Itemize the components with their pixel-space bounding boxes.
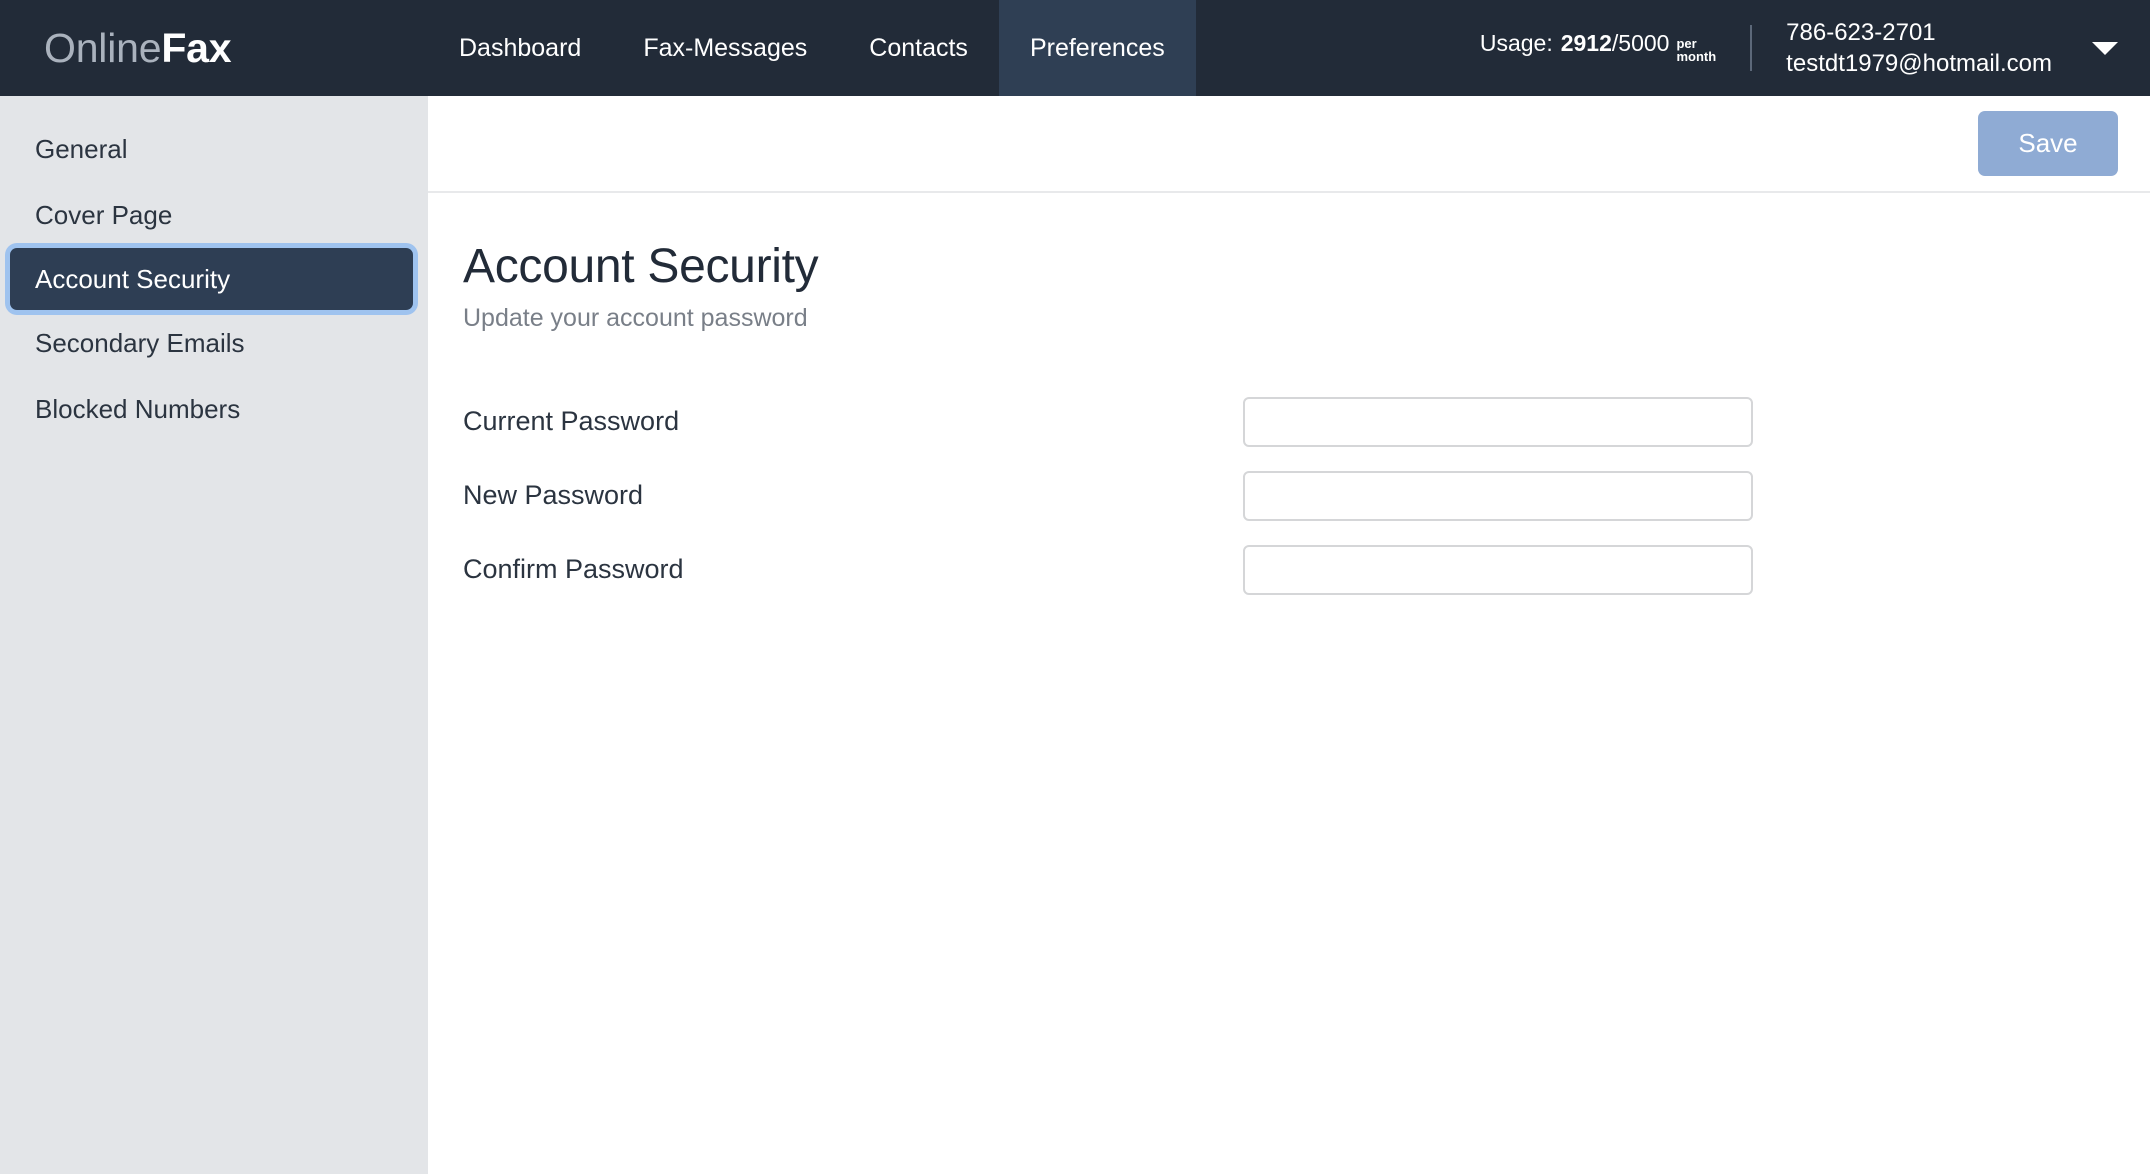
form-row-new-password: New Password — [463, 459, 2150, 533]
brand-logo-text: OnlineFax — [44, 28, 231, 69]
brand-logo-light: Online — [44, 25, 161, 71]
usage-used-value: 2912 — [1561, 30, 1612, 57]
nav-tab-fax-messages[interactable]: Fax-Messages — [612, 0, 838, 96]
header-divider — [1750, 25, 1752, 71]
confirm-password-label: Confirm Password — [463, 554, 1243, 585]
usage-total-value: 5000 — [1618, 30, 1669, 57]
brand-logo-bold: Fax — [161, 25, 231, 71]
usage-counter: Usage: 2912 / 5000 per month — [1480, 30, 1716, 66]
current-password-label: Current Password — [463, 406, 1243, 437]
account-phone-number: 786-623-2701 — [1786, 17, 2052, 48]
sidebar-item-cover-page[interactable]: Cover Page — [0, 182, 428, 248]
nav-tab-preferences[interactable]: Preferences — [999, 0, 1196, 96]
action-bar: Save — [428, 96, 2150, 193]
password-form: Current Password New Password Confirm Pa… — [463, 385, 2150, 607]
preferences-sidebar: General Cover Page Account Security Seco… — [0, 96, 428, 1174]
usage-period: per month — [1676, 37, 1716, 63]
account-email-address: testdt1979@hotmail.com — [1786, 48, 2052, 79]
nav-tab-list: Dashboard Fax-Messages Contacts Preferen… — [428, 0, 1196, 96]
page-body: General Cover Page Account Security Seco… — [0, 96, 2150, 1174]
page-title: Account Security — [463, 241, 2150, 294]
current-password-input[interactable] — [1243, 397, 1753, 447]
chevron-down-icon — [2092, 42, 2118, 55]
application-window: OnlineFax Dashboard Fax-Messages Contact… — [0, 0, 2150, 1174]
confirm-password-input[interactable] — [1243, 545, 1753, 595]
new-password-label: New Password — [463, 480, 1243, 511]
save-button[interactable]: Save — [1978, 111, 2118, 176]
content-area: Save Account Security Update your accoun… — [428, 96, 2150, 1174]
nav-tab-dashboard[interactable]: Dashboard — [428, 0, 612, 96]
form-row-confirm-password: Confirm Password — [463, 533, 2150, 607]
new-password-input[interactable] — [1243, 471, 1753, 521]
sidebar-item-secondary-emails[interactable]: Secondary Emails — [0, 310, 428, 376]
account-menu-button[interactable] — [2092, 42, 2118, 55]
usage-period-line2: month — [1676, 50, 1716, 63]
header-right-section: Usage: 2912 / 5000 per month 786-623-270… — [1480, 0, 2150, 96]
usage-label: Usage: — [1480, 30, 1553, 57]
top-navigation-bar: OnlineFax Dashboard Fax-Messages Contact… — [0, 0, 2150, 96]
account-security-panel: Account Security Update your account pas… — [428, 193, 2150, 1174]
account-info[interactable]: 786-623-2701 testdt1979@hotmail.com — [1786, 17, 2052, 79]
brand-logo[interactable]: OnlineFax — [0, 0, 428, 96]
page-subtitle: Update your account password — [463, 304, 2150, 333]
sidebar-item-general[interactable]: General — [0, 116, 428, 182]
sidebar-item-account-security[interactable]: Account Security — [10, 248, 413, 310]
sidebar-item-blocked-numbers[interactable]: Blocked Numbers — [0, 376, 428, 442]
form-row-current-password: Current Password — [463, 385, 2150, 459]
nav-tab-contacts[interactable]: Contacts — [838, 0, 999, 96]
